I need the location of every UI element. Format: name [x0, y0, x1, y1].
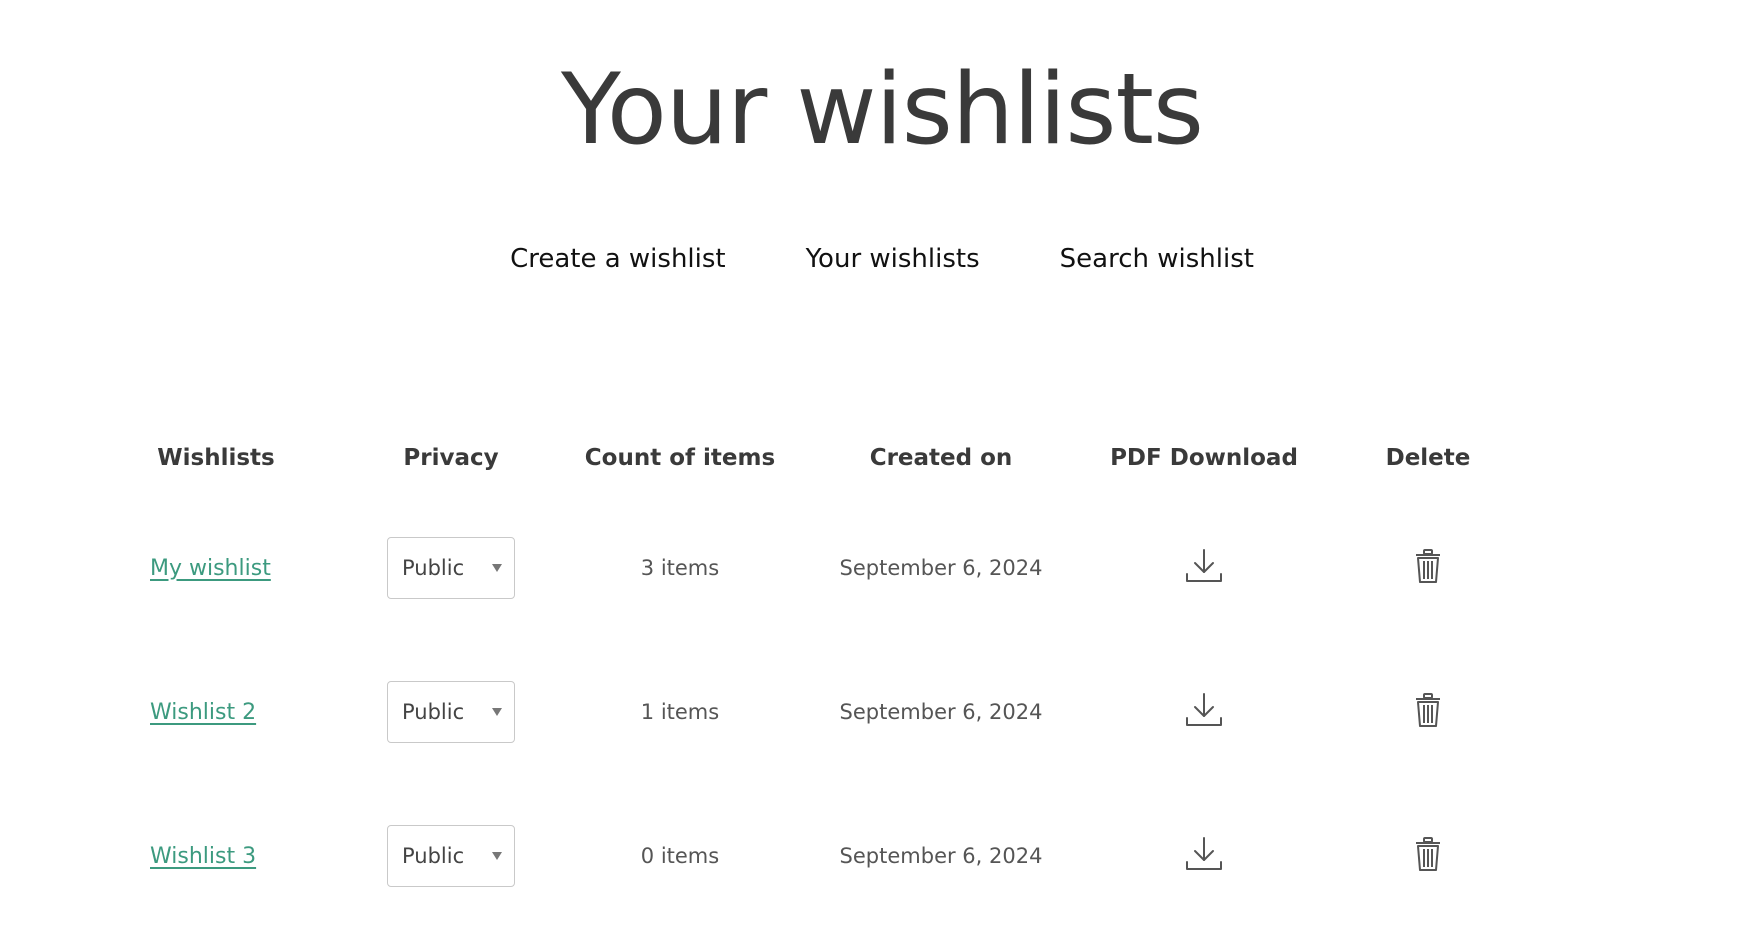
create-wishlist-link[interactable]: Create a wishlist	[510, 244, 726, 274]
delete-cell	[1320, 640, 1536, 784]
header-pdf-download: PDF Download	[1110, 445, 1298, 471]
download-icon[interactable]	[1185, 548, 1223, 584]
created-date: September 6, 2024	[839, 700, 1043, 724]
header-delete: Delete	[1385, 445, 1471, 471]
download-icon[interactable]	[1185, 836, 1223, 872]
wishlist-link[interactable]: My wishlist	[150, 556, 271, 581]
trash-icon[interactable]	[1414, 692, 1442, 727]
created-date: September 6, 2024	[839, 556, 1043, 580]
created-date: September 6, 2024	[839, 844, 1043, 868]
wishlist-nav: Create a wishlist Your wishlists Search …	[0, 244, 1764, 274]
privacy-select[interactable]: Public	[387, 537, 515, 599]
header-created: Created on	[869, 445, 1013, 471]
trash-icon[interactable]	[1414, 548, 1442, 583]
privacy-select[interactable]: Public	[387, 825, 515, 887]
download-icon[interactable]	[1185, 692, 1223, 728]
header-count: Count of items	[584, 445, 776, 471]
wishlist-name-cell: Wishlist 2	[96, 640, 336, 784]
delete-cell	[1320, 784, 1536, 928]
privacy-cell: Public	[336, 784, 566, 928]
privacy-value: Public	[402, 844, 465, 868]
wishlists-table: Wishlists Privacy Count of items Created…	[96, 420, 1536, 928]
privacy-select[interactable]: Public	[387, 681, 515, 743]
privacy-value: Public	[402, 556, 465, 580]
privacy-cell: Public	[336, 640, 566, 784]
search-wishlist-link[interactable]: Search wishlist	[1060, 244, 1254, 274]
wishlist-name-cell: Wishlist 3	[96, 784, 336, 928]
header-wishlists: Wishlists	[157, 445, 275, 471]
table-row: My wishlist Public 3 items September 6, …	[96, 496, 1536, 640]
page-title: Your wishlists	[561, 53, 1204, 167]
page: Your wishlists Create a wishlist Your wi…	[0, 0, 1764, 944]
chevron-down-icon	[492, 708, 502, 716]
item-count: 1 items	[640, 700, 720, 724]
privacy-cell: Public	[336, 496, 566, 640]
table-row: Wishlist 2 Public 1 items September 6, 2…	[96, 640, 1536, 784]
wishlist-link[interactable]: Wishlist 2	[150, 700, 256, 725]
item-count: 0 items	[640, 844, 720, 868]
pdf-cell	[1088, 784, 1320, 928]
pdf-cell	[1088, 640, 1320, 784]
table-row: Wishlist 3 Public 0 items September 6, 2…	[96, 784, 1536, 928]
pdf-cell	[1088, 496, 1320, 640]
header-privacy: Privacy	[403, 445, 499, 471]
trash-icon[interactable]	[1414, 836, 1442, 871]
table-header-row: Wishlists Privacy Count of items Created…	[96, 420, 1536, 496]
wishlist-name-cell: My wishlist	[96, 496, 336, 640]
your-wishlists-link[interactable]: Your wishlists	[806, 244, 980, 274]
chevron-down-icon	[492, 564, 502, 572]
item-count: 3 items	[640, 556, 720, 580]
privacy-value: Public	[402, 700, 465, 724]
chevron-down-icon	[492, 852, 502, 860]
delete-cell	[1320, 496, 1536, 640]
wishlist-link[interactable]: Wishlist 3	[150, 844, 256, 869]
